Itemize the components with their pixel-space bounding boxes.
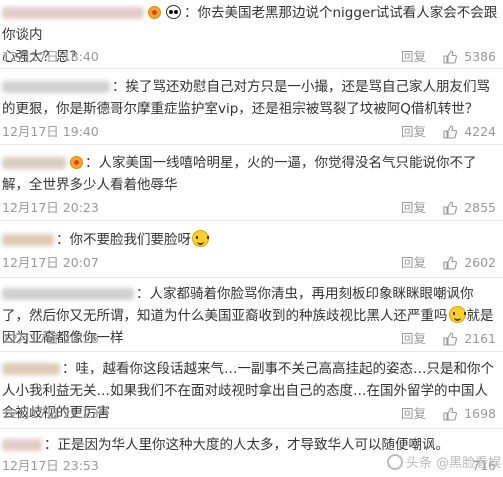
divider: [0, 220, 503, 221]
like-count: 5386: [464, 49, 496, 64]
comment-time: 12月17日 18:40: [2, 49, 99, 64]
username-redacted[interactable]: [2, 234, 54, 246]
comment-time: 12月17日 20:26: [2, 331, 99, 346]
like-count: 2602: [464, 255, 496, 270]
comment-text: ：你不要脸我们要脸呀: [56, 232, 191, 248]
reply-button[interactable]: 回复: [401, 253, 426, 273]
comment-body: ：人家美国一线嘻哈明星，火的一逼，你觉得没名气只能说你不了解，全世界多少人看着他…: [2, 152, 498, 196]
vip-badge-icon: [70, 156, 83, 169]
comment-body: ：你不要脸我们要脸呀: [2, 229, 498, 251]
reply-button[interactable]: 回复: [401, 404, 426, 424]
comment-time: 12月17日 19:40: [2, 124, 99, 139]
reply-button[interactable]: 回复: [401, 329, 426, 349]
username-redacted[interactable]: [2, 7, 144, 19]
comment-time: 12月17日 20:07: [2, 255, 99, 270]
username-redacted[interactable]: [2, 439, 42, 451]
like-count: 1698: [464, 406, 496, 421]
like-count: 4224: [464, 124, 496, 139]
thumbs-up-icon[interactable]: [443, 407, 457, 421]
comment-body: ：挨了骂还劝慰自己对方只是一小撮，还是骂自己家人朋友们骂的更狠，你是斯德哥尔摩重…: [2, 76, 498, 120]
vip-badge-icon: [148, 6, 161, 19]
thumbs-up-icon[interactable]: [443, 256, 457, 270]
divider: [0, 351, 503, 352]
divider: [0, 144, 503, 145]
thumbs-up-icon[interactable]: [443, 332, 457, 346]
panda-emoji-icon: [166, 5, 181, 19]
thumbs-up-icon[interactable]: [443, 201, 457, 215]
reply-button[interactable]: 回复: [401, 122, 426, 142]
like-count: 2855: [464, 200, 496, 215]
reply-button[interactable]: 回复: [401, 198, 426, 218]
comment-time: 12月17日 20:23: [2, 200, 99, 215]
wink-emoji-icon: [448, 306, 466, 323]
divider: [0, 277, 503, 278]
comment-time: 12月17日 21:23: [2, 406, 99, 421]
thumbs-up-icon[interactable]: [443, 125, 457, 139]
comment-text: ：正是因为华人里你这种大度的人太多，才导致华人可以随便嘲讽。: [44, 437, 449, 453]
divider: [0, 68, 503, 69]
toutiao-logo-icon: [387, 454, 403, 470]
reply-button[interactable]: 回复: [401, 47, 426, 67]
username-redacted[interactable]: [2, 81, 110, 93]
divider: [0, 428, 503, 429]
source-watermark: 头条 @黑脸看娱乐: [385, 453, 503, 475]
username-redacted[interactable]: [2, 288, 134, 300]
username-redacted[interactable]: [2, 157, 66, 169]
username-redacted[interactable]: [2, 363, 60, 375]
comment-time: 12月17日 23:53: [2, 458, 99, 473]
like-count: 2161: [464, 331, 496, 346]
smile-emoji-icon: [192, 230, 209, 247]
thumbs-up-icon[interactable]: [443, 50, 457, 64]
